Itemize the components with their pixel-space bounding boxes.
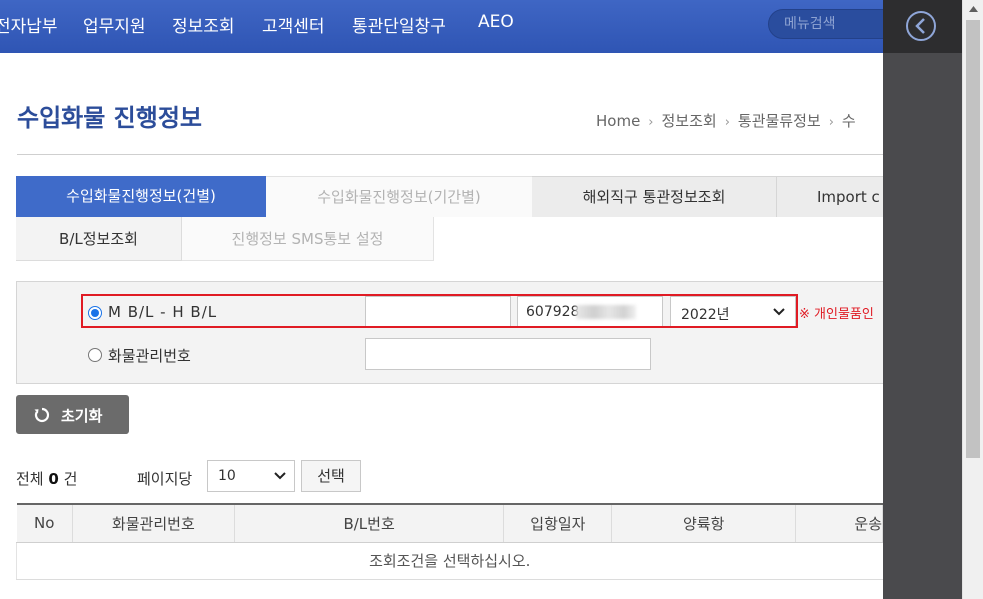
results-table: No 화물관리번호 B/L번호 입항일자 양륙항 운송 조회조건을 선택하십시오… (16, 503, 883, 580)
breadcrumb-current[interactable]: 수 (842, 112, 856, 130)
column-header: No (16, 503, 73, 543)
radio-cargo-number-label[interactable]: 화물관리번호 (108, 345, 191, 366)
personal-item-notice: ※ 개인물품인 (799, 307, 874, 322)
column-header: 운송 (795, 503, 883, 543)
tab-import-cargo-single[interactable]: 수입화물진행정보(건별) (16, 176, 266, 217)
radio-cargo-number[interactable] (88, 348, 102, 362)
scrollbar-thumb[interactable] (966, 20, 980, 458)
breadcrumb-separator-icon: › (724, 115, 730, 130)
table-row: 조회조건을 선택하십시오. (16, 542, 883, 580)
refresh-icon (34, 407, 50, 423)
per-page-value: 10 (218, 468, 236, 484)
circle-chevron-left-icon[interactable] (905, 10, 937, 42)
breadcrumb-separator-icon: › (828, 115, 834, 130)
page-title: 수입화물 진행정보 (17, 104, 202, 132)
breadcrumb: Home › 정보조회 › 통관물류정보 › 수 (596, 110, 856, 131)
total-count-value: 0 (48, 470, 59, 488)
column-header: B/L번호 (234, 503, 505, 543)
nav-item-aeo[interactable]: AEO (478, 12, 514, 32)
highlight-outline (81, 294, 798, 328)
column-header: 입항일자 (503, 503, 613, 543)
per-page-select[interactable]: 10 (207, 460, 295, 492)
title-divider (17, 154, 883, 155)
nav-item-customer[interactable]: 고객센터 (262, 12, 325, 37)
column-header: 양륙항 (611, 503, 797, 543)
cargo-number-input[interactable] (365, 338, 651, 370)
table-header-row: No 화물관리번호 B/L번호 입항일자 양륙항 운송 (16, 503, 883, 543)
breadcrumb-separator-icon: › (648, 115, 654, 130)
breadcrumb-info[interactable]: 정보조회 (662, 112, 717, 130)
subtab-sms-setting[interactable]: 진행정보 SMS통보 설정 (182, 217, 434, 261)
top-nav: 전자납부 업무지원 정보조회 고객센터 통관단일창구 AEO (0, 0, 883, 53)
empty-message: 조회조건을 선택하십시오. (16, 542, 883, 580)
side-panel-header (883, 0, 962, 53)
nav-item-epayment[interactable]: 전자납부 (0, 12, 58, 37)
reset-button-label: 초기화 (61, 407, 103, 425)
nav-item-info[interactable]: 정보조회 (172, 12, 235, 37)
nav-item-single-window[interactable]: 통관단일창구 (352, 12, 446, 37)
total-prefix: 전체 (16, 470, 44, 488)
column-header: 화물관리번호 (72, 503, 235, 543)
menu-search (768, 9, 883, 39)
menu-search-input[interactable] (784, 15, 883, 33)
total-suffix: 건 (63, 470, 78, 488)
subtab-bl-info[interactable]: B/L정보조회 (16, 217, 182, 261)
vertical-scrollbar[interactable] (962, 0, 983, 599)
reset-button[interactable]: 초기화 (16, 395, 129, 434)
scroll-up-arrow-icon[interactable] (969, 6, 978, 12)
per-page-label: 페이지당 (137, 470, 193, 488)
tab-import-cargo-period[interactable]: 수입화물진행정보(기간별) (266, 176, 532, 217)
chevron-down-icon (274, 472, 286, 480)
select-button[interactable]: 선택 (301, 460, 361, 492)
breadcrumb-home[interactable]: Home (596, 112, 640, 130)
nav-item-support[interactable]: 업무지원 (83, 12, 146, 37)
side-panel (883, 0, 962, 599)
breadcrumb-customs-logistics[interactable]: 통관물류정보 (738, 112, 821, 130)
tab-import-cargo-english[interactable]: Import c (777, 176, 883, 217)
total-count: 전체 0 건 (16, 468, 77, 489)
tab-overseas-direct-purchase[interactable]: 해외직구 통관정보조회 (532, 176, 777, 217)
